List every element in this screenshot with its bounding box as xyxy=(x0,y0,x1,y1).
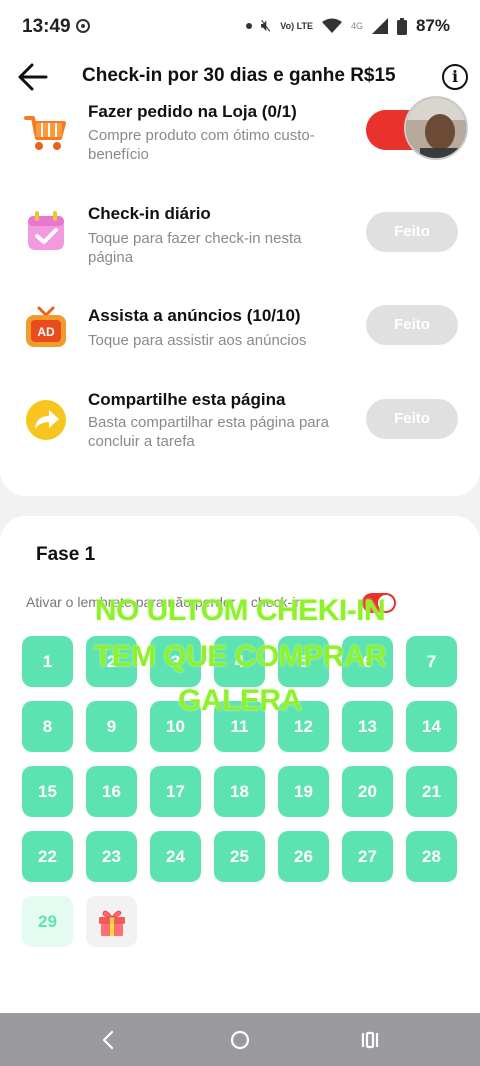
day-cell[interactable]: 13 xyxy=(342,701,393,752)
task-desc: Toque para assistir aos anúncios xyxy=(88,332,307,349)
mute-icon: 🔇︎ xyxy=(260,16,272,35)
done-button[interactable]: Feito xyxy=(366,212,458,252)
task-daily-checkin: Check-in diário Toque para fazer check-i… xyxy=(0,196,480,286)
day-cell[interactable]: 26 xyxy=(278,831,329,882)
day-cell[interactable]: 1 xyxy=(22,636,73,687)
phase-card: Fase 1 Ativar o lembrete para não perder… xyxy=(0,516,480,1016)
ad-tv-icon: AD xyxy=(26,306,66,347)
nav-home-icon[interactable] xyxy=(227,1027,253,1053)
wifi-icon xyxy=(321,18,342,33)
day-cell[interactable]: 16 xyxy=(86,766,137,817)
page-title: Check-in por 30 dias e ganhe R$15 xyxy=(82,65,396,86)
network-type: 4G xyxy=(350,21,363,31)
status-time: 13:49 xyxy=(22,16,71,37)
gear-icon xyxy=(76,19,90,33)
task-desc: Toque para fazer check-in nesta página xyxy=(88,230,302,266)
task-desc: Basta compartilhar esta página para conc… xyxy=(88,414,329,450)
gift-reward-icon[interactable] xyxy=(86,896,137,947)
day-cell[interactable]: 14 xyxy=(406,701,457,752)
tasks-card: Fazer pedido na Loja (0/1) Compre produt… xyxy=(0,96,480,496)
day-cell[interactable]: 15 xyxy=(22,766,73,817)
day-grid: 1 2 3 4 5 6 7 8 9 10 11 12 13 14 15 16 17 18 19 20 21 22 23 24 2… xyxy=(22,636,458,947)
system-nav-bar xyxy=(0,1013,480,1066)
status-icons: 🔇︎ Vo) LTE 4G 87% xyxy=(245,16,450,36)
day-cell[interactable]: 7 xyxy=(406,636,457,687)
header: Check-in por 30 dias e ganhe R$15 i xyxy=(0,54,480,100)
day-cell[interactable]: 19 xyxy=(278,766,329,817)
notification-dot-icon xyxy=(245,23,252,29)
reminder-label: Ativar o lembrete para não perder o chec… xyxy=(26,594,304,610)
day-cell[interactable]: 20 xyxy=(342,766,393,817)
day-cell[interactable]: 10 xyxy=(150,701,201,752)
task-title: Check-in diário xyxy=(88,204,211,223)
task-title: Fazer pedido na Loja (0/1) xyxy=(88,102,297,121)
day-cell[interactable]: 17 xyxy=(150,766,201,817)
nav-recents-icon[interactable] xyxy=(357,1027,383,1053)
reminder-toggle[interactable] xyxy=(362,593,396,613)
day-cell[interactable]: 2 xyxy=(86,636,137,687)
task-watch-ads: AD Assista a anúncios (10/10) Toque para… xyxy=(0,296,480,376)
day-cell[interactable]: 23 xyxy=(86,831,137,882)
day-cell[interactable]: 9 xyxy=(86,701,137,752)
day-cell[interactable]: 25 xyxy=(214,831,265,882)
svg-text:AD: AD xyxy=(37,325,55,339)
day-cell[interactable]: 18 xyxy=(214,766,265,817)
task-title: Compartilhe esta página xyxy=(88,390,286,409)
day-cell[interactable]: 24 xyxy=(150,831,201,882)
task-shop-order: Fazer pedido na Loja (0/1) Compre produt… xyxy=(0,96,480,186)
day-cell[interactable]: 4 xyxy=(214,636,265,687)
task-desc: Compre produto com ótimo custo-benefício xyxy=(88,127,315,163)
day-cell[interactable]: 12 xyxy=(278,701,329,752)
day-cell[interactable]: 22 xyxy=(22,831,73,882)
day-cell[interactable]: 21 xyxy=(406,766,457,817)
battery-icon xyxy=(396,17,407,35)
share-arrow-icon xyxy=(26,400,66,440)
back-arrow-icon[interactable] xyxy=(16,60,50,94)
day-cell[interactable]: 11 xyxy=(214,701,265,752)
calendar-check-icon xyxy=(28,211,64,250)
avatar xyxy=(404,96,468,160)
task-title: Assista a anúncios (10/10) xyxy=(88,306,301,325)
nav-back-icon[interactable] xyxy=(96,1027,122,1053)
status-bar: 13:49 🔇︎ Vo) LTE 4G 87% xyxy=(0,0,480,54)
day-cell[interactable]: 8 xyxy=(22,701,73,752)
day-cell[interactable]: 27 xyxy=(342,831,393,882)
task-share-page: Compartilhe esta página Basta compartilh… xyxy=(0,386,480,476)
day-cell[interactable]: 6 xyxy=(342,636,393,687)
day-cell[interactable]: 3 xyxy=(150,636,201,687)
shopping-cart-icon xyxy=(24,116,66,150)
day-cell[interactable]: 28 xyxy=(406,831,457,882)
done-button[interactable]: Feito xyxy=(366,305,458,345)
info-icon[interactable]: i xyxy=(442,64,468,90)
day-cell[interactable]: 29 xyxy=(22,896,73,947)
signal-icon xyxy=(371,18,388,34)
day-cell[interactable]: 5 xyxy=(278,636,329,687)
battery-level: 87% xyxy=(415,16,450,35)
done-button[interactable]: Feito xyxy=(366,399,458,439)
volte-indicator: Vo) LTE xyxy=(280,20,313,31)
phase-title: Fase 1 xyxy=(36,544,96,565)
